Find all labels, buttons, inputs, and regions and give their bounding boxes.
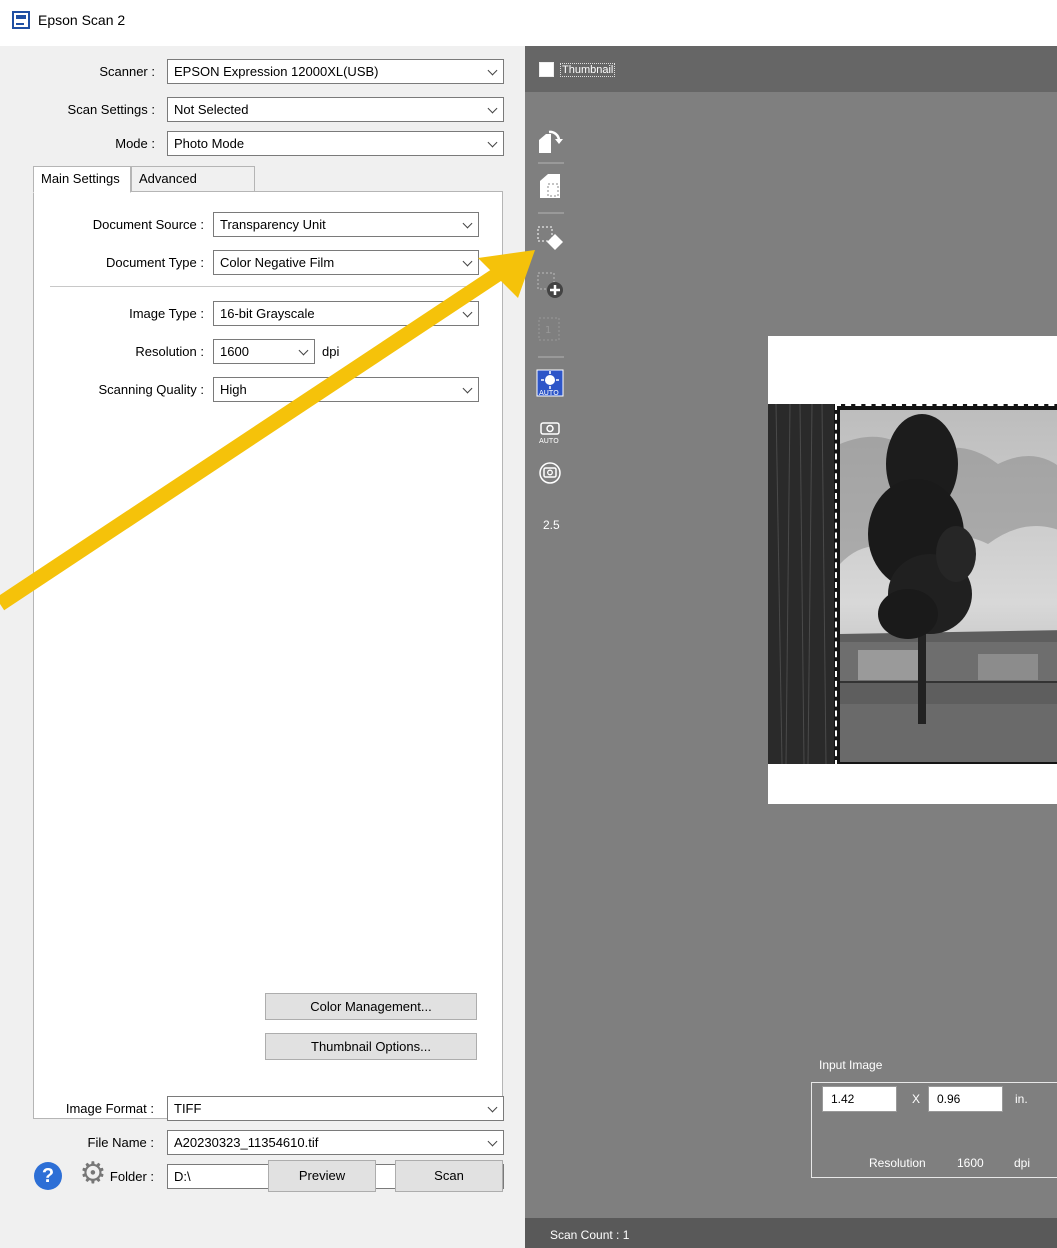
selection-marquee[interactable] (835, 404, 1057, 766)
height-input[interactable]: 0.96 (928, 1086, 1003, 1112)
width-input[interactable]: 1.42 (822, 1086, 897, 1112)
image-type-select[interactable]: 16-bit Grayscale (213, 301, 479, 326)
scanning-quality-select[interactable]: High (213, 377, 479, 402)
file-name-select[interactable]: A20230323_11354610.tif (167, 1130, 504, 1155)
eraser-marquee-icon[interactable] (535, 224, 565, 254)
thumbnail-checkbox[interactable] (539, 62, 554, 77)
section-divider (50, 286, 480, 287)
tab-advanced-settings[interactable]: Advanced Settings (131, 166, 255, 210)
scan-settings-select[interactable]: Not Selected (167, 97, 504, 122)
epson-scan-app-icon (12, 11, 30, 29)
marquee-number-icon[interactable]: 1 (535, 314, 565, 344)
resolution-select[interactable]: 1600 (213, 339, 315, 364)
input-resolution-value: 1600 (957, 1156, 984, 1170)
scanner-select[interactable]: EPSON Expression 12000XL(USB) (167, 59, 504, 84)
chevron-down-icon (462, 256, 473, 267)
add-marquee-icon[interactable] (535, 270, 565, 300)
scan-button[interactable]: Scan (395, 1160, 503, 1192)
window-title: Epson Scan 2 (38, 12, 126, 28)
input-image-title: Input Image (819, 1058, 883, 1072)
title-bar: Epson Scan 2 (0, 0, 1057, 46)
size-unit: in. (1015, 1092, 1028, 1106)
chevron-down-icon (298, 345, 309, 356)
scan-count: Scan Count : 1 (550, 1228, 630, 1242)
thumbnail-label: Thumbnail (560, 63, 616, 77)
mode-label: Mode : (115, 136, 155, 151)
auto-exposure-icon[interactable]: AUTO (535, 368, 565, 398)
resolution-label: Resolution : (135, 344, 204, 359)
chevron-down-icon (487, 65, 498, 76)
resolution-unit: dpi (322, 344, 340, 359)
chevron-down-icon (487, 103, 498, 114)
svg-text:AUTO: AUTO (539, 437, 559, 445)
main-settings-panel (33, 191, 503, 1119)
document-source-select[interactable]: Transparency Unit (213, 212, 479, 237)
tab-main-settings[interactable]: Main Settings (33, 166, 131, 193)
zoom-level: 2.5 (543, 518, 560, 532)
page-icon[interactable] (535, 170, 565, 200)
settings-panel: Scanner : EPSON Expression 12000XL(USB) … (0, 46, 525, 1248)
input-resolution-unit: dpi (1014, 1156, 1031, 1170)
document-source-label: Document Source : (92, 217, 204, 232)
toolbar-separator (538, 162, 564, 164)
rotate-icon[interactable] (535, 126, 565, 156)
document-type-select[interactable]: Color Negative Film (213, 250, 479, 275)
help-icon[interactable]: ? (34, 1162, 62, 1190)
svg-text:1: 1 (545, 325, 551, 336)
chevron-down-icon (462, 383, 473, 394)
input-resolution-label: Resolution (869, 1156, 926, 1170)
chevron-down-icon (487, 1102, 498, 1113)
preview-button[interactable]: Preview (268, 1160, 376, 1192)
chevron-down-icon (487, 137, 498, 148)
gear-icon[interactable]: ⚙ (77, 1158, 109, 1190)
svg-text:AUTO: AUTO (539, 389, 559, 397)
document-type-label: Document Type : (105, 255, 204, 270)
image-type-label: Image Type : (129, 306, 204, 321)
chevron-down-icon (462, 218, 473, 229)
image-format-select[interactable]: TIFF (167, 1096, 504, 1121)
mode-select[interactable]: Photo Mode (167, 131, 504, 156)
preview-toolbar: Thumbnail (525, 46, 1057, 92)
toolbar-separator (538, 356, 564, 358)
file-name-label: File Name : (87, 1135, 154, 1150)
camera-reset-icon[interactable] (535, 458, 565, 488)
status-bar: Scan Count : 1 (525, 1218, 1057, 1248)
scanning-quality-label: Scanning Quality : (98, 382, 204, 397)
scan-settings-label: Scan Settings : (67, 102, 155, 117)
chevron-down-icon (487, 1136, 498, 1147)
times-sign: X (912, 1092, 921, 1106)
color-management-button[interactable]: Color Management... (265, 993, 477, 1020)
toolbar-separator (538, 212, 564, 214)
image-format-label: Image Format : (65, 1101, 154, 1116)
preview-panel: Thumbnail 1 AUTO AUTO 2.5 Input Image 1.… (525, 46, 1057, 1248)
scanner-label: Scanner : (99, 64, 155, 79)
thumbnail-options-button[interactable]: Thumbnail Options... (265, 1033, 477, 1060)
auto-camera-icon[interactable]: AUTO (535, 416, 565, 446)
chevron-down-icon (462, 307, 473, 318)
